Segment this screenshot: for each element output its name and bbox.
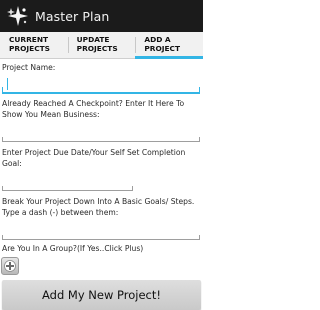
add-member-icon: [4, 260, 16, 272]
due-date-label: Enter Project Due Date/Your Self Set Com…: [2, 148, 186, 168]
tab-current-projects[interactable]: Current Projects: [0, 32, 68, 58]
due-date-input[interactable]: [2, 169, 133, 191]
add-member-button[interactable]: [1, 257, 19, 275]
checkpoint-label: Already Reached A Checkpoint? Enter It H…: [2, 99, 185, 119]
steps-label: Break Your Project Down Into A Basic Goa…: [2, 197, 195, 217]
project-name-input[interactable]: [2, 72, 200, 94]
sparkle-app-icon: [7, 6, 28, 26]
tab-bar: Current Projects Update Projects Add A P…: [0, 32, 203, 59]
tab-add-project[interactable]: Add A Project: [135, 32, 203, 59]
add-project-button[interactable]: Add My New Project!: [2, 280, 201, 310]
text-cursor: [7, 78, 8, 90]
action-bar: Master Plan: [0, 0, 203, 32]
steps-input[interactable]: [2, 218, 200, 240]
tab-update-projects[interactable]: Update Projects: [67, 32, 136, 58]
app-title: Master Plan: [35, 8, 110, 24]
group-label: Are You In A Group?(If Yes..Click Plus): [2, 244, 144, 253]
checkpoint-input[interactable]: [2, 120, 200, 142]
